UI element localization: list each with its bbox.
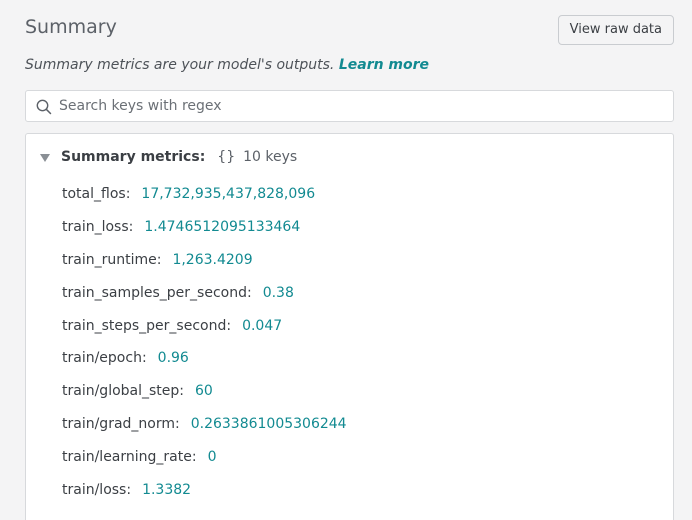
summary-description-text: Summary metrics are your model's outputs… bbox=[25, 57, 335, 73]
learn-more-link[interactable]: Learn more bbox=[339, 57, 429, 73]
metric-row: train_runtime: 1,263.4209 bbox=[62, 244, 347, 277]
metric-value: 0.38 bbox=[262, 284, 294, 301]
metric-key: total_flos: bbox=[62, 186, 131, 203]
metric-key: train/epoch: bbox=[62, 350, 147, 367]
key-count: 10 keys bbox=[243, 149, 298, 165]
metric-key: train_steps_per_second: bbox=[62, 317, 232, 334]
metric-value: 0.2633861005306244 bbox=[190, 415, 347, 432]
search-icon bbox=[36, 99, 52, 115]
metric-row: train/learning_rate: 0 bbox=[62, 440, 347, 473]
summary-metrics-panel: Summary metrics: {} 10 keys total_flos: … bbox=[25, 133, 674, 520]
metric-row: train/epoch: 0.96 bbox=[62, 342, 347, 375]
search-box bbox=[25, 90, 674, 122]
metric-value: 17,732,935,437,828,096 bbox=[141, 186, 316, 203]
metric-value: 0.047 bbox=[242, 317, 283, 334]
metric-value: 1.4746512095133464 bbox=[144, 219, 301, 236]
metric-key: train_samples_per_second: bbox=[62, 284, 252, 301]
page-title: Summary bbox=[25, 16, 117, 38]
metric-value: 60 bbox=[195, 383, 213, 400]
metric-value: 0 bbox=[207, 448, 217, 465]
metric-row: train_steps_per_second: 0.047 bbox=[62, 309, 347, 342]
summary-metrics-group-toggle[interactable]: Summary metrics: {} 10 keys bbox=[40, 148, 297, 166]
metric-row: train/loss: 1.3382 bbox=[62, 473, 347, 506]
object-type-icon: {} bbox=[217, 149, 236, 165]
summary-description: Summary metrics are your model's outputs… bbox=[25, 57, 429, 73]
search-input[interactable] bbox=[59, 91, 659, 121]
metric-value: 0.96 bbox=[157, 350, 189, 367]
metric-key: train/global_step: bbox=[62, 383, 185, 400]
metrics-list: total_flos: 17,732,935,437,828,096 train… bbox=[62, 178, 347, 506]
metric-key: train_runtime: bbox=[62, 251, 162, 268]
summary-page: Summary View raw data Summary metrics ar… bbox=[0, 0, 692, 520]
metric-value: 1,263.4209 bbox=[172, 251, 253, 268]
group-name: Summary metrics: bbox=[61, 149, 206, 165]
metric-key: train_loss: bbox=[62, 219, 134, 236]
metric-value: 1.3382 bbox=[142, 481, 192, 498]
metric-row: train_samples_per_second: 0.38 bbox=[62, 276, 347, 309]
caret-down-icon[interactable] bbox=[40, 154, 50, 162]
metric-key: train/learning_rate: bbox=[62, 448, 197, 465]
metric-row: train/global_step: 60 bbox=[62, 375, 347, 408]
metric-key: train/loss: bbox=[62, 481, 132, 498]
view-raw-data-button[interactable]: View raw data bbox=[557, 15, 674, 45]
metric-row: train/grad_norm: 0.2633861005306244 bbox=[62, 408, 347, 441]
metric-row: total_flos: 17,732,935,437,828,096 bbox=[62, 178, 347, 211]
metric-key: train/grad_norm: bbox=[62, 415, 180, 432]
metric-row: train_loss: 1.4746512095133464 bbox=[62, 211, 347, 244]
